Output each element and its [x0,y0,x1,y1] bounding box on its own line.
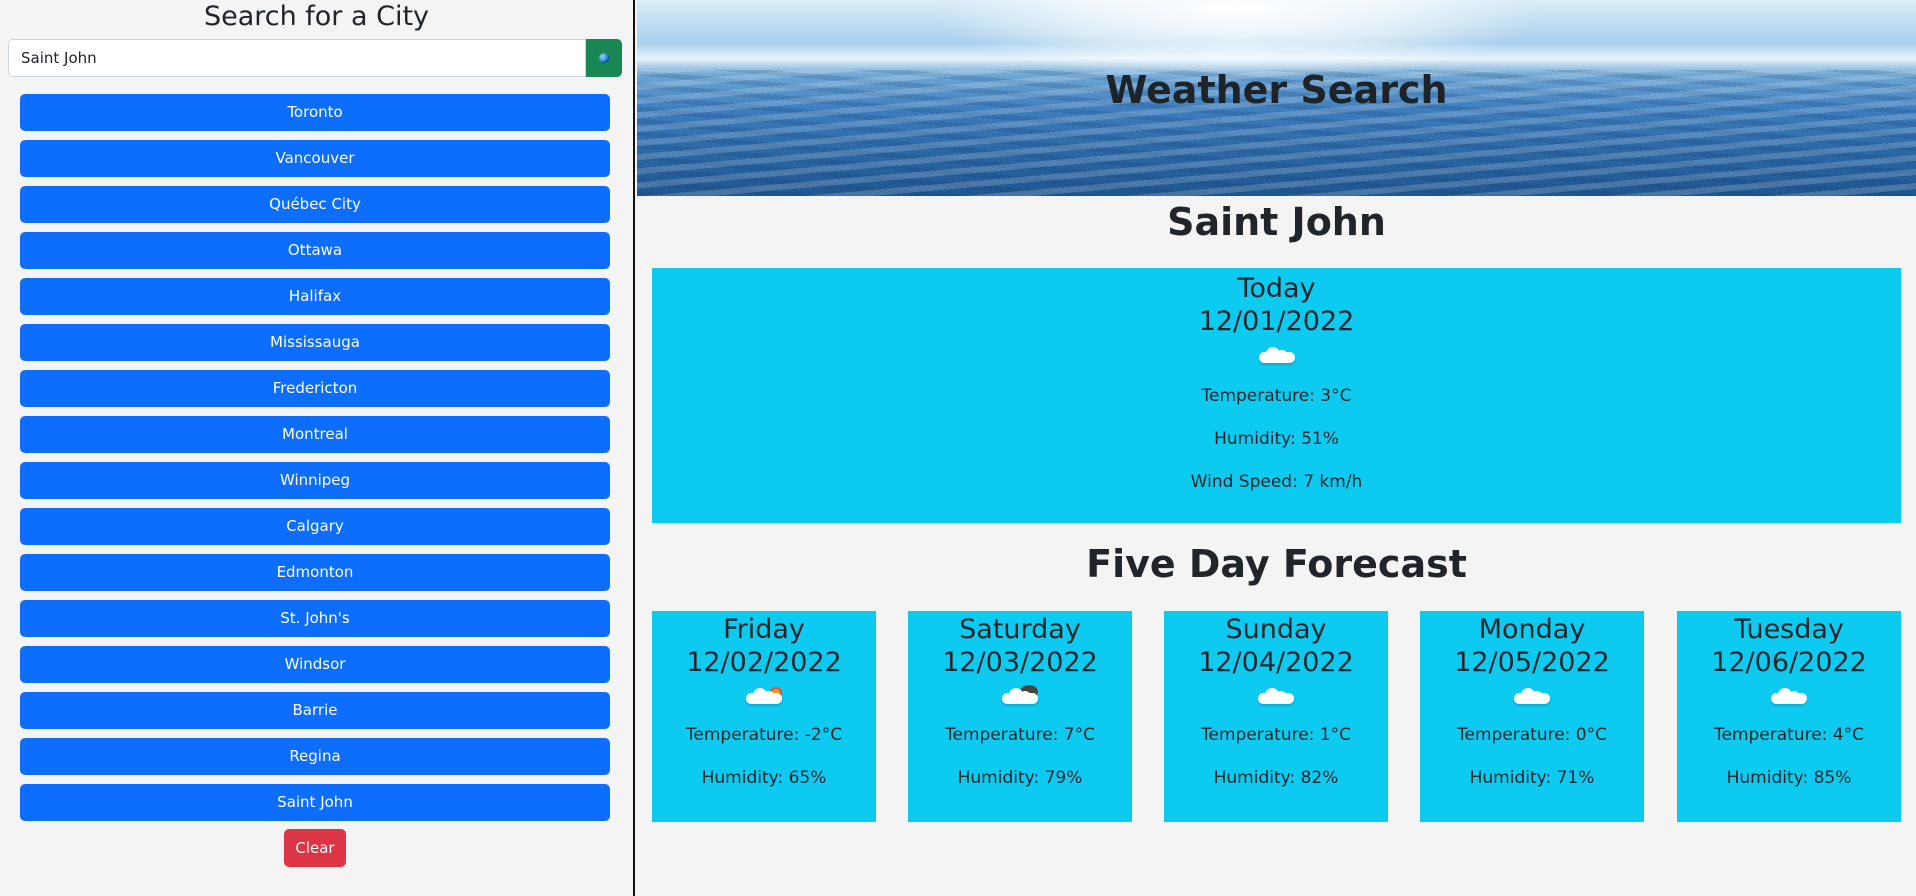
cloud-icon [1258,347,1295,363]
today-temperature: Temperature: 3°C [1201,386,1352,406]
city-button-fredericton[interactable]: Fredericton [20,370,610,407]
cloud-icon [1258,688,1294,704]
clear-button[interactable]: Clear [284,829,346,867]
forecast-temperature: Temperature: 1°C [1200,725,1351,745]
page-title: Weather Search [1105,68,1448,112]
forecast-date: 12/03/2022 [942,647,1098,678]
forecast-humidity: Humidity: 82% [1213,768,1339,788]
forecast-humidity: Humidity: 65% [701,768,827,788]
cloud-icon [1771,688,1807,704]
city-button-windsor[interactable]: Windsor [20,646,610,683]
sun-behind-cloud-icon [746,687,782,704]
city-button-quebec-city[interactable]: Québec City [20,186,610,223]
forecast-day: Sunday [1225,614,1327,645]
forecast-humidity: Humidity: 71% [1469,768,1595,788]
city-button-edmonton[interactable]: Edmonton [20,554,610,591]
city-button-st-johns[interactable]: St. John's [20,600,610,637]
main-content: Weather Search Saint John Today 12/01/20… [637,0,1916,896]
search-input[interactable] [8,39,586,77]
today-card: Today 12/01/2022 Temperature: 3°C Humidi… [652,268,1901,523]
forecast-card: Tuesday 12/06/2022 Temperature: 4°C Humi… [1677,611,1901,822]
today-wind-speed: Wind Speed: 7 km/h [1190,472,1363,492]
forecast-date: 12/04/2022 [1198,647,1354,678]
sidebar: Search for a City Toronto Vancouver Québ… [0,0,635,896]
current-city-name: Saint John [1167,200,1386,244]
cloud-icon [1514,688,1550,704]
forecast-card: Sunday 12/04/2022 Temperature: 1°C Humid… [1164,611,1388,822]
search-button[interactable] [586,39,622,77]
city-list: Toronto Vancouver Québec City Ottawa Hal… [20,94,610,830]
forecast-card: Saturday 12/03/2022 Temperature: 7°C Hum… [908,611,1132,822]
city-button-montreal[interactable]: Montreal [20,416,610,453]
city-button-ottawa[interactable]: Ottawa [20,232,610,269]
forecast-card: Friday 12/02/2022 Temperature: -2°C Humi… [652,611,876,822]
forecast-temperature: Temperature: 4°C [1713,725,1864,745]
city-button-toronto[interactable]: Toronto [20,94,610,131]
header-banner: Weather Search [637,0,1916,196]
globe-icon [599,53,609,63]
forecast-title: Five Day Forecast [1086,542,1467,586]
city-button-vancouver[interactable]: Vancouver [20,140,610,177]
city-button-barrie[interactable]: Barrie [20,692,610,729]
forecast-humidity: Humidity: 79% [957,768,1083,788]
today-label: Today [1237,273,1316,304]
forecast-date: 12/05/2022 [1454,647,1610,678]
today-date: 12/01/2022 [1198,306,1355,337]
sidebar-title: Search for a City [203,1,430,32]
forecast-card: Monday 12/05/2022 Temperature: 0°C Humid… [1420,611,1644,822]
city-button-winnipeg[interactable]: Winnipeg [20,462,610,499]
forecast-temperature: Temperature: 7°C [944,725,1095,745]
forecast-date: 12/06/2022 [1711,647,1867,678]
city-button-saint-john[interactable]: Saint John [20,784,610,821]
forecast-day: Friday [723,614,805,645]
city-button-halifax[interactable]: Halifax [20,278,610,315]
forecast-date: 12/02/2022 [686,647,842,678]
city-button-mississauga[interactable]: Mississauga [20,324,610,361]
city-button-calgary[interactable]: Calgary [20,508,610,545]
search-form [8,39,622,77]
forecast-day: Tuesday [1734,614,1844,645]
dark-cloud-icon [1002,685,1038,704]
forecast-row: Friday 12/02/2022 Temperature: -2°C Humi… [652,611,1901,822]
forecast-humidity: Humidity: 85% [1726,768,1852,788]
forecast-temperature: Temperature: -2°C [685,725,843,745]
forecast-day: Monday [1478,614,1586,645]
today-humidity: Humidity: 51% [1214,429,1339,449]
forecast-temperature: Temperature: 0°C [1456,725,1607,745]
city-button-regina[interactable]: Regina [20,738,610,775]
forecast-day: Saturday [959,614,1081,645]
